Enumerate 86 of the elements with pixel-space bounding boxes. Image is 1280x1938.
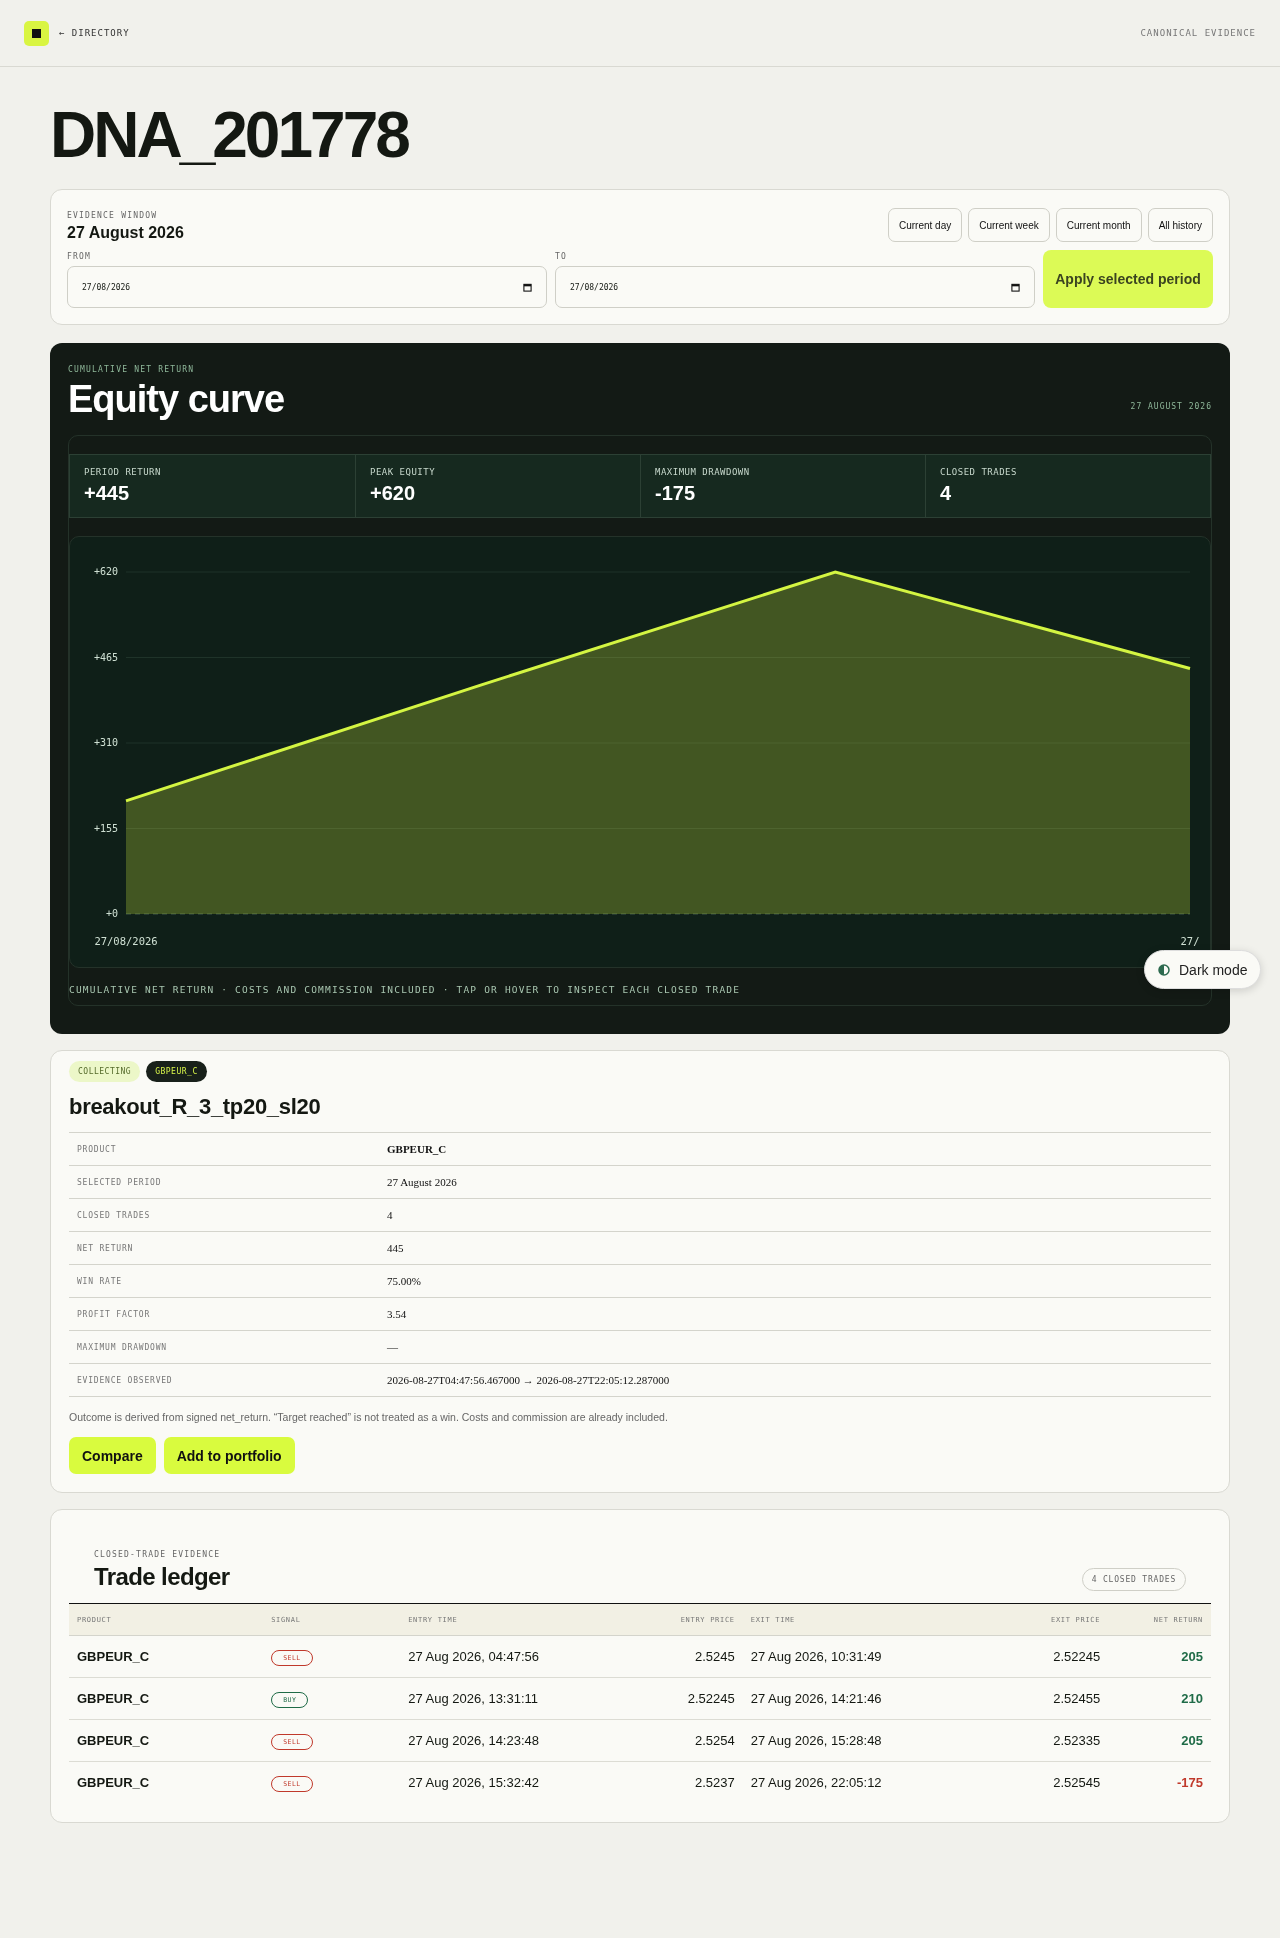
detail-label: WIN RATE	[69, 1264, 379, 1298]
detail-label: MAXIMUM DRAWDOWN	[69, 1330, 379, 1364]
table-cell: 2.52245	[994, 1635, 1109, 1678]
detail-value: 27 August 2026	[379, 1165, 1211, 1199]
detail-label: NET RETURN	[69, 1231, 379, 1265]
y-axis-label: +465	[93, 651, 118, 663]
table-cell: 2.5254	[628, 1719, 743, 1762]
table-cell: 210	[1108, 1677, 1211, 1720]
logo-icon[interactable]	[24, 20, 49, 46]
table-cell: 27 Aug 2026, 13:31:11	[400, 1677, 629, 1720]
section-label: CUMULATIVE NET RETURN	[68, 365, 196, 374]
stat-value: +445	[84, 482, 131, 505]
table-cell: 2.52245	[628, 1677, 743, 1720]
calendar-icon[interactable]	[1011, 282, 1020, 292]
table-cell: 27 Aug 2026, 22:05:12	[742, 1761, 994, 1804]
table-cell: 205	[1108, 1719, 1211, 1762]
date-label: 27 AUGUST 2026	[1130, 402, 1212, 411]
period-value: 27 August 2026	[67, 224, 184, 242]
field-label: FROM	[67, 252, 93, 261]
stat-value: -175	[655, 482, 697, 505]
section-label: EVIDENCE WINDOW	[67, 211, 159, 220]
table-cell: 27 Aug 2026, 15:32:42	[400, 1761, 629, 1804]
y-axis-label: +155	[93, 822, 118, 834]
detail-value: 3.54	[379, 1297, 1211, 1331]
x-axis-label: 27/08/2026	[94, 935, 158, 947]
y-axis-label: +620	[93, 566, 118, 577]
section-label: CLOSED-TRADE EVIDENCE	[94, 1550, 222, 1559]
back-link[interactable]: ← DIRECTORY	[59, 28, 130, 38]
table-cell: 27 Aug 2026, 14:21:46	[742, 1677, 994, 1720]
y-axis-label: +310	[93, 737, 118, 748]
table-cell: GBPEUR_C	[69, 1677, 264, 1720]
stat-value: +620	[370, 482, 417, 505]
apply-button[interactable]: Apply selected period	[1043, 250, 1213, 308]
product-tag: GBPEUR_C	[146, 1061, 207, 1082]
calendar-icon[interactable]	[523, 282, 532, 292]
field-label: TO	[555, 252, 569, 261]
detail-value: 4	[379, 1198, 1211, 1232]
table-cell: 27 Aug 2026, 10:31:49	[742, 1635, 994, 1678]
chart-caption: CUMULATIVE NET RETURN · COSTS AND COMMISSION INCLUDED · TAP OR HOVER TO INSPECT EACH CLOSED TRADE	[69, 984, 742, 995]
detail-value: 445	[379, 1231, 1211, 1265]
header-label: CANONICAL EVIDENCE	[1140, 28, 1256, 38]
detail-label: SELECTED PERIOD	[69, 1165, 379, 1199]
table-cell: -175	[1108, 1761, 1211, 1804]
table-cell: 27 Aug 2026, 14:23:48	[400, 1719, 629, 1762]
y-axis-label: +0	[105, 908, 118, 919]
x-axis-label: 27/	[1180, 935, 1200, 947]
detail-label: PRODUCT	[69, 1132, 379, 1166]
table-cell: 2.52545	[994, 1761, 1109, 1804]
strategy-name: breakout_R_3_tp20_sl20	[69, 1094, 322, 1120]
detail-value: —	[379, 1330, 1211, 1364]
add-button[interactable]: Add to portfolio	[163, 1437, 295, 1474]
contrast-icon	[1158, 963, 1170, 976]
status-tag: COLLECTING	[69, 1061, 141, 1082]
card-title: Trade ledger	[94, 1563, 230, 1591]
table-cell: 27 Aug 2026, 15:28:48	[742, 1719, 994, 1762]
note-text: Outcome is derived from signed net_return. “Target reached” is not treated as a win. Costs and commission are already included.	[69, 1411, 669, 1423]
date-field[interactable]: 27/08/2026	[67, 266, 547, 308]
detail-value: GBPEUR_C	[379, 1132, 1211, 1166]
table-cell: 205	[1108, 1635, 1211, 1678]
preset-button[interactable]: Current month	[1055, 208, 1142, 242]
table-cell: 27 Aug 2026, 04:47:56	[400, 1635, 629, 1678]
stat-label: PERIOD RETURN	[84, 467, 162, 477]
page-title: DNA_201778	[50, 103, 410, 167]
stat-label: MAXIMUM DRAWDOWN	[655, 467, 751, 477]
preset-button[interactable]: All history	[1147, 208, 1213, 242]
detail-label: EVIDENCE OBSERVED	[69, 1363, 379, 1397]
preset-button[interactable]: Current day	[888, 208, 963, 242]
table-cell: GBPEUR_C	[69, 1719, 264, 1762]
table-cell: GBPEUR_C	[69, 1635, 264, 1678]
detail-value: 75.00%	[379, 1264, 1211, 1298]
date-field[interactable]: 27/08/2026	[555, 266, 1035, 308]
detail-label: PROFIT FACTOR	[69, 1297, 379, 1331]
detail-value: 2026-08-27T04:47:56.467000 → 2026-08-27T22:05:12.287000	[379, 1363, 1211, 1397]
detail-label: CLOSED TRADES	[69, 1198, 379, 1232]
table-cell: 2.52455	[994, 1677, 1109, 1720]
stat-value: 4	[940, 482, 953, 505]
compare-button[interactable]: Compare	[69, 1437, 156, 1474]
card-title: Equity curve	[68, 378, 285, 421]
table-cell: 2.5245	[628, 1635, 743, 1678]
stat-label: CLOSED TRADES	[940, 467, 1018, 477]
table-cell: 2.52335	[994, 1719, 1109, 1762]
preset-button[interactable]: Current week	[968, 208, 1050, 242]
table-cell: GBPEUR_C	[69, 1761, 264, 1804]
dark-mode-button[interactable]: Dark mode	[1144, 950, 1262, 989]
stat-label: PEAK EQUITY	[370, 467, 437, 477]
table-cell: 2.5237	[628, 1761, 743, 1804]
